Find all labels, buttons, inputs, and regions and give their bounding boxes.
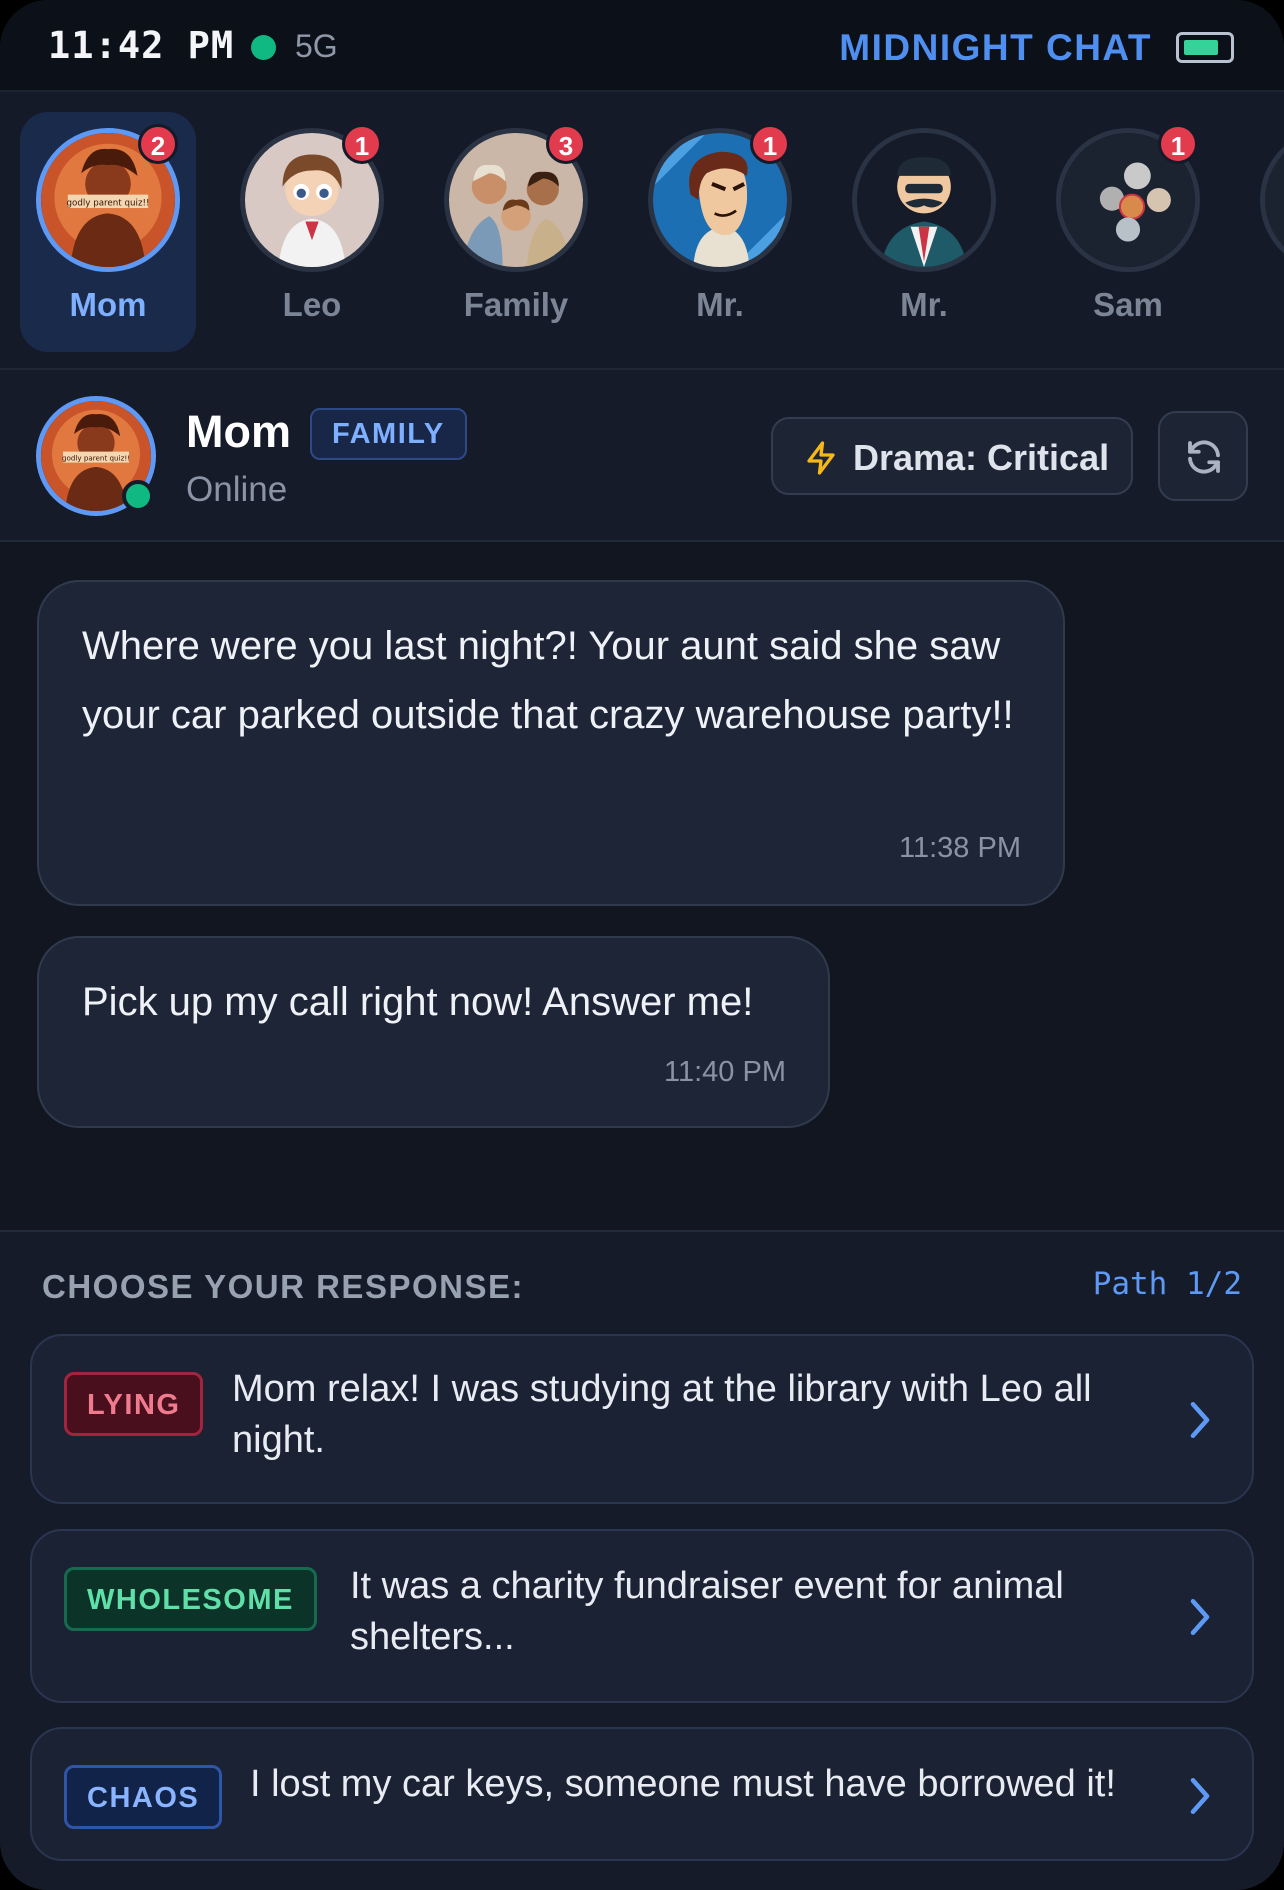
option-tag: WHOLESOME xyxy=(64,1567,317,1631)
chevron-right-icon xyxy=(1190,1598,1210,1636)
contact-overflow[interactable] xyxy=(1244,112,1284,352)
contact-name: Mom xyxy=(69,286,147,323)
unread-badge: 1 xyxy=(1158,124,1198,164)
battery-icon xyxy=(1176,32,1234,63)
message-time: 11:40 PM xyxy=(664,1056,786,1088)
message-time: 11:38 PM xyxy=(899,832,1021,864)
message-list[interactable]: Where were you last night?! Your aunt sa… xyxy=(0,542,1284,1230)
response-option-lying[interactable]: LYING Mom relax! I was studying at the l… xyxy=(30,1334,1254,1504)
unread-badge: 3 xyxy=(546,124,586,164)
option-text: It was a charity fundraiser event for an… xyxy=(350,1565,1064,1658)
battery-fill xyxy=(1184,40,1218,55)
app-title: MIDNIGHT CHAT xyxy=(839,27,1152,68)
network-type: 5G xyxy=(295,28,338,64)
path-indicator: Path 1/2 xyxy=(1092,1266,1242,1302)
contact-sam[interactable]: 1 Sam xyxy=(1040,112,1216,352)
message-text: Where were you last night?! Your aunt sa… xyxy=(82,624,1014,737)
option-text: I lost my car keys, someone must have bo… xyxy=(250,1763,1116,1805)
contact-name: Sam xyxy=(1093,286,1163,323)
drama-meter: Drama: Critical xyxy=(771,417,1133,495)
message-bubble: Where were you last night?! Your aunt sa… xyxy=(37,580,1065,906)
response-prompt: CHOOSE YOUR RESPONSE: xyxy=(42,1268,524,1305)
option-tag: LYING xyxy=(64,1372,204,1436)
contact-mom[interactable]: godly parent quiz!! 2 Mom xyxy=(20,112,196,352)
presence-status: Online xyxy=(186,470,288,509)
drama-level: Drama: Critical xyxy=(853,437,1110,478)
avatar xyxy=(1260,128,1284,272)
avatar xyxy=(852,128,996,272)
unread-badge: 1 xyxy=(342,124,382,164)
contact-strip[interactable]: godly parent quiz!! 2 Mom 1 Leo 3 Family… xyxy=(0,92,1284,370)
option-text: Mom relax! I was studying at the library… xyxy=(232,1368,1092,1461)
contact-mr-1[interactable]: 1 Mr. xyxy=(632,112,808,352)
response-option-wholesome[interactable]: WHOLESOME It was a charity fundraiser ev… xyxy=(30,1529,1254,1703)
unread-badge: 1 xyxy=(750,124,790,164)
contact-name: Mr. xyxy=(696,286,744,323)
chevron-right-icon xyxy=(1190,1777,1210,1815)
response-panel: CHOOSE YOUR RESPONSE: Path 1/2 LYING Mom… xyxy=(0,1230,1284,1890)
chevron-right-icon xyxy=(1190,1401,1210,1439)
lightning-icon xyxy=(807,441,835,475)
contact-name: Mr. xyxy=(900,286,948,323)
contact-name: Family xyxy=(463,286,569,323)
status-bar: 11:42 PM 5G MIDNIGHT CHAT xyxy=(0,0,1284,92)
online-indicator xyxy=(122,480,154,512)
signal-dot-icon xyxy=(251,35,276,60)
message-text: Pick up my call right now! Answer me! xyxy=(82,980,754,1024)
refresh-button[interactable] xyxy=(1158,411,1248,501)
unread-badge: 2 xyxy=(138,124,178,164)
refresh-icon xyxy=(1188,440,1220,474)
avatar-caption: godly parent quiz!! xyxy=(62,453,130,462)
chat-contact-name: Mom xyxy=(186,406,291,457)
contact-name: Leo xyxy=(282,286,342,323)
message-bubble: Pick up my call right now! Answer me! 11… xyxy=(37,936,830,1128)
status-time: 11:42 PM xyxy=(48,24,235,67)
chat-header: godly parent quiz!! Mom FAMILY Online Dr… xyxy=(0,370,1284,542)
contact-mr-2[interactable]: Mr. xyxy=(836,112,1012,352)
avatar-caption: godly parent quiz!! xyxy=(66,198,149,208)
relationship-tag: FAMILY xyxy=(310,408,467,460)
option-tag: CHAOS xyxy=(64,1765,223,1829)
contact-leo[interactable]: 1 Leo xyxy=(224,112,400,352)
phone-screen: 11:42 PM 5G MIDNIGHT CHAT godly parent q… xyxy=(0,0,1284,1890)
response-option-chaos[interactable]: CHAOS I lost my car keys, someone must h… xyxy=(30,1727,1254,1861)
contact-family[interactable]: 3 Family xyxy=(428,112,604,352)
